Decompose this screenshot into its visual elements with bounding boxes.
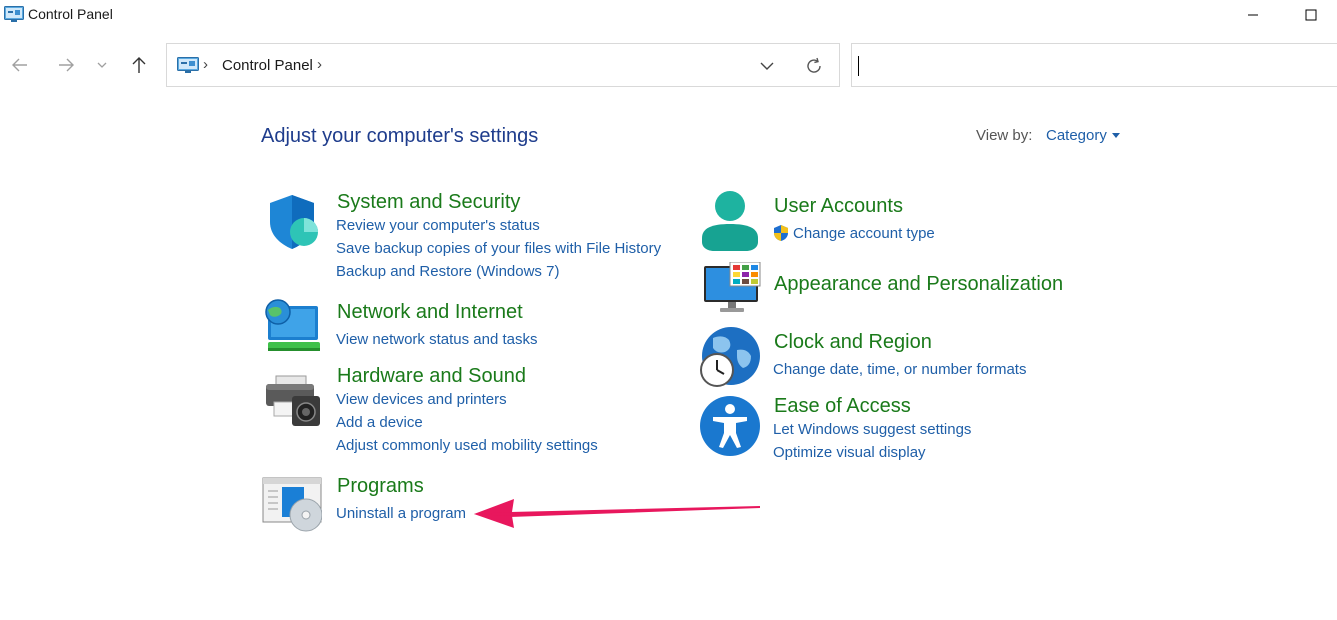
link-backup-restore[interactable]: Backup and Restore (Windows 7) [336, 263, 559, 280]
shield-icon[interactable] [262, 192, 322, 252]
address-dropdown-button[interactable] [755, 54, 779, 78]
back-button[interactable] [6, 52, 34, 78]
dropdown-arrow-icon[interactable] [1112, 133, 1120, 138]
uac-shield-icon [772, 224, 790, 242]
chevron-down-icon [760, 62, 774, 70]
category-user-accounts[interactable]: User Accounts [774, 195, 903, 218]
category-ease-of-access[interactable]: Ease of Access [774, 395, 911, 418]
maximize-button[interactable] [1288, 0, 1334, 30]
annotation-arrow-icon [470, 490, 762, 530]
clock-globe-icon[interactable] [699, 326, 760, 387]
category-network-internet[interactable]: Network and Internet [337, 301, 523, 324]
link-windows-suggest[interactable]: Let Windows suggest settings [773, 421, 971, 438]
link-review-status[interactable]: Review your computer's status [336, 217, 540, 234]
link-mobility-settings[interactable]: Adjust commonly used mobility settings [336, 437, 598, 454]
category-appearance[interactable]: Appearance and Personalization [774, 273, 1063, 296]
link-devices-printers[interactable]: View devices and printers [336, 391, 507, 408]
link-change-account-type[interactable]: Change account type [793, 225, 935, 242]
category-hardware-sound[interactable]: Hardware and Sound [337, 365, 526, 388]
link-optimize-display[interactable]: Optimize visual display [773, 444, 926, 461]
forward-button[interactable] [52, 52, 80, 78]
monitor-palette-icon[interactable] [702, 261, 762, 322]
link-network-status[interactable]: View network status and tasks [336, 331, 538, 348]
page-title: Adjust your computer's settings [261, 125, 539, 147]
accessibility-icon[interactable] [699, 395, 760, 456]
chevron-down-icon [97, 62, 107, 68]
minimize-button[interactable] [1230, 0, 1276, 30]
breadcrumb-separator[interactable]: › [317, 56, 322, 73]
link-date-time-formats[interactable]: Change date, time, or number formats [773, 361, 1026, 378]
text-caret [858, 56, 859, 76]
window-title: Control Panel [28, 6, 113, 22]
link-file-history[interactable]: Save backup copies of your files with Fi… [336, 240, 661, 257]
programs-disc-icon[interactable] [262, 475, 323, 535]
search-input[interactable] [851, 43, 1337, 87]
arrow-up-icon [132, 57, 146, 73]
view-by-dropdown[interactable]: Category [1046, 127, 1107, 144]
refresh-icon [807, 57, 821, 73]
breadcrumb-control-panel[interactable]: Control Panel [222, 57, 313, 74]
arrow-right-icon [59, 58, 74, 72]
user-icon[interactable] [700, 190, 760, 251]
control-panel-icon [4, 6, 24, 22]
category-clock-region[interactable]: Clock and Region [774, 331, 932, 354]
refresh-button[interactable] [801, 54, 827, 78]
breadcrumb-separator[interactable]: › [203, 56, 208, 73]
control-panel-icon [177, 57, 199, 74]
network-globe-icon[interactable] [262, 296, 322, 356]
recent-locations-button[interactable] [90, 52, 114, 78]
arrow-left-icon [12, 58, 27, 72]
view-by-label: View by: [976, 127, 1033, 144]
category-programs[interactable]: Programs [337, 475, 424, 498]
maximize-icon [1305, 9, 1317, 21]
up-button[interactable] [125, 52, 153, 78]
link-uninstall-program[interactable]: Uninstall a program [336, 505, 466, 522]
link-add-device[interactable]: Add a device [336, 414, 423, 431]
category-system-security[interactable]: System and Security [337, 191, 520, 214]
minimize-icon [1248, 14, 1258, 16]
address-bar[interactable]: › Control Panel › [166, 43, 840, 87]
printer-speaker-icon[interactable] [262, 372, 322, 432]
title-bar: Control Panel [0, 0, 1337, 30]
